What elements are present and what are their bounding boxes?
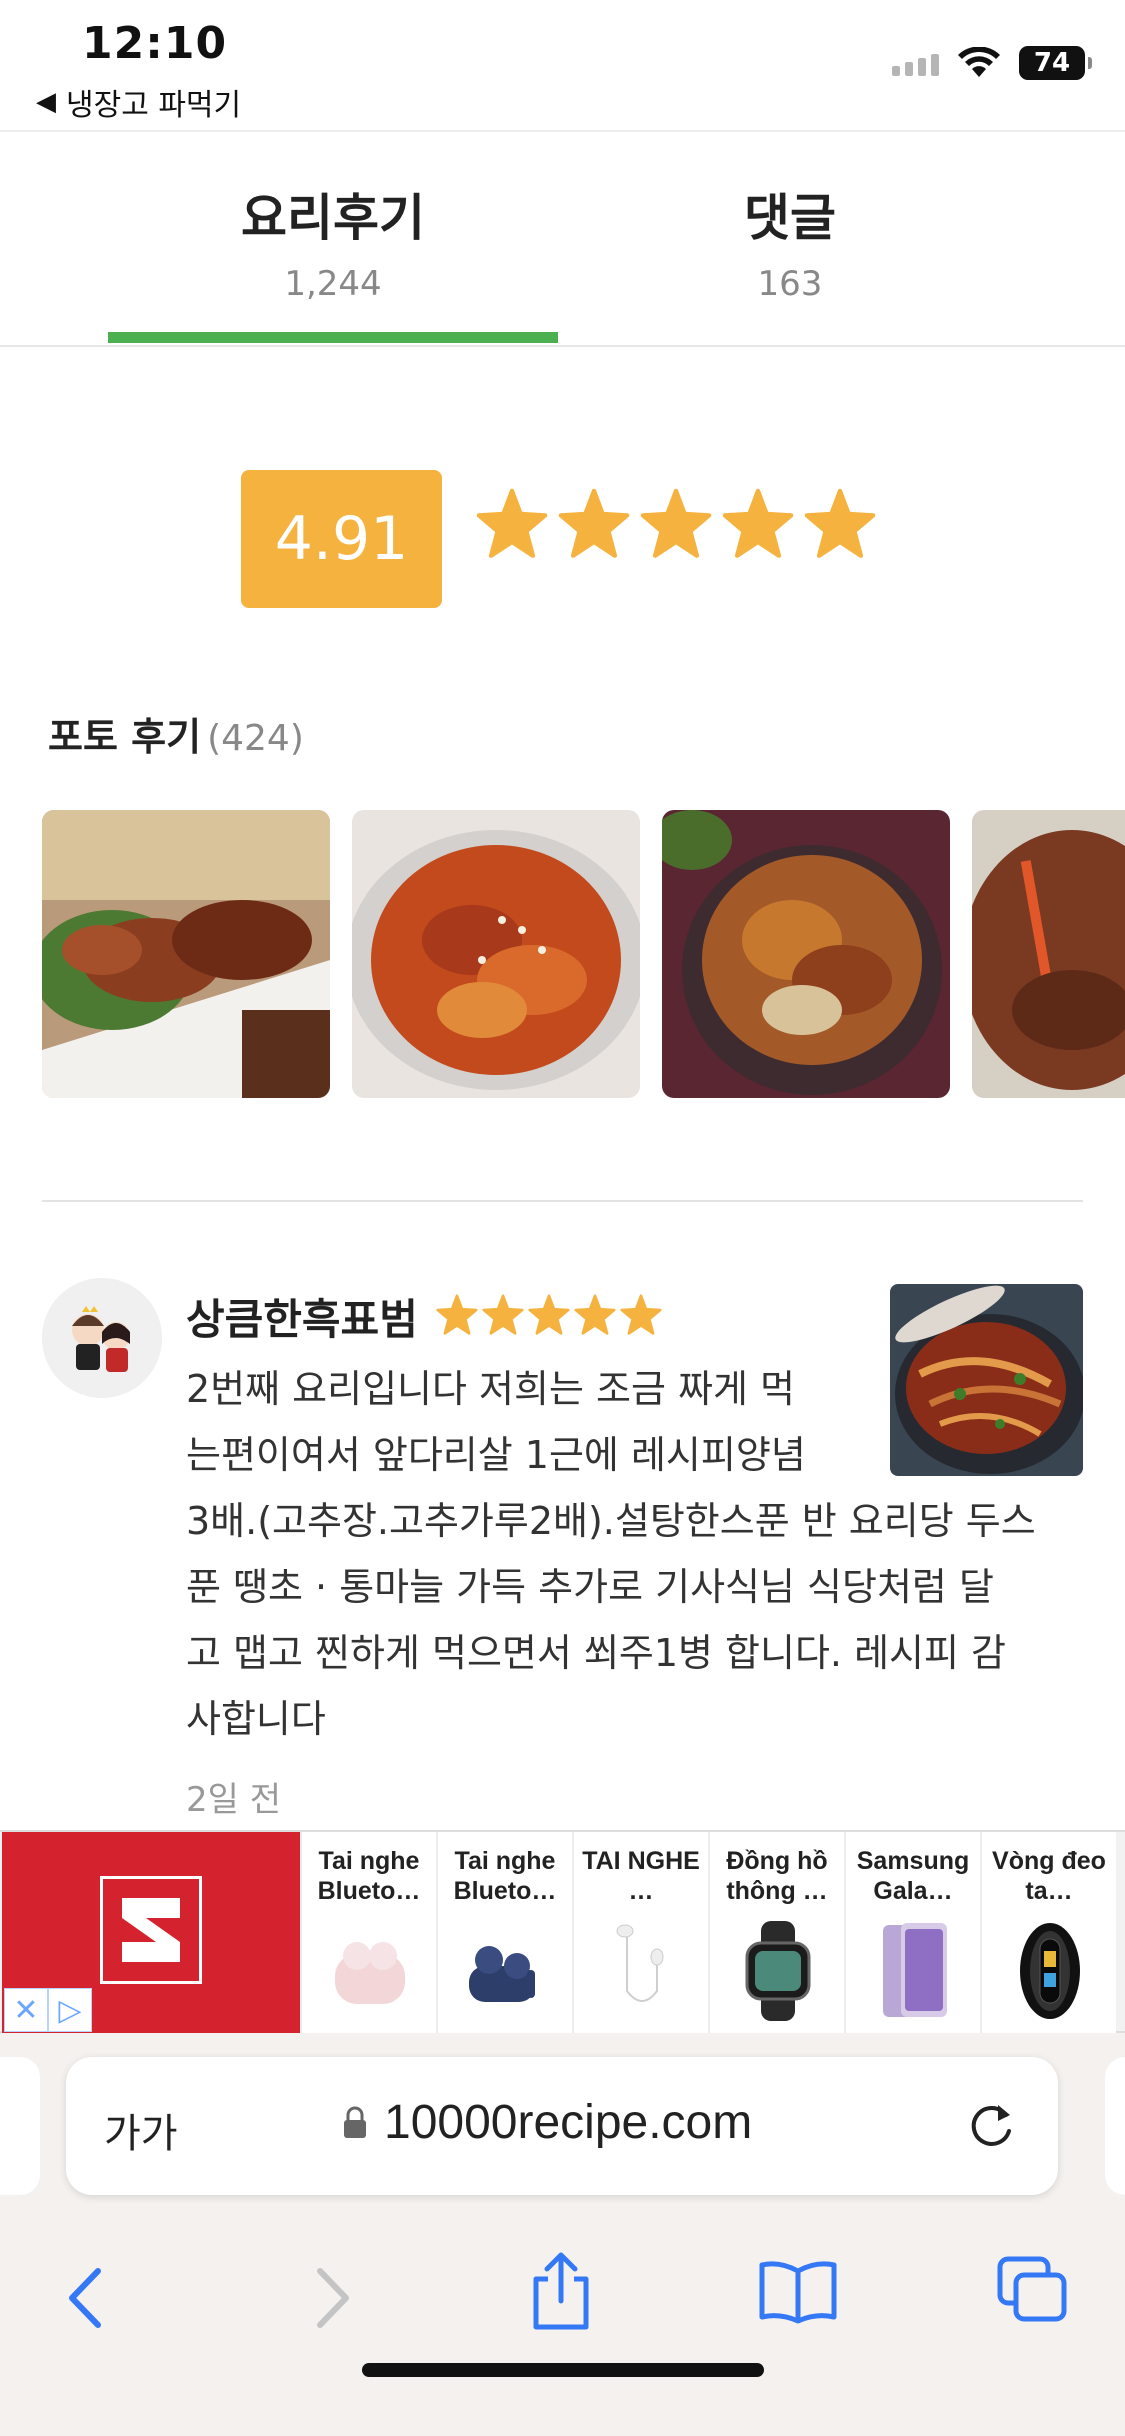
bookmarks-icon[interactable]: [756, 2259, 840, 2329]
url-display[interactable]: 10000recipe.com: [342, 2095, 752, 2150]
star-icon: [528, 1294, 570, 1335]
star-icon: [574, 1294, 616, 1335]
star-icon: [476, 488, 548, 558]
url-text: 10000recipe.com: [384, 2096, 753, 2149]
review-stars: [436, 1294, 662, 1336]
cellular-signal-icon: [892, 50, 939, 76]
status-time: 12:10: [82, 18, 228, 69]
ad-brand-panel[interactable]: ✕ ▷: [2, 1832, 300, 2033]
ad-close-icon[interactable]: ✕: [4, 1988, 48, 2032]
reviewer-avatar[interactable]: [42, 1278, 162, 1398]
photo-review-strip[interactable]: [42, 810, 1125, 1098]
review-text-line: 고 맵고 찐하게 먹으면서 쐬주1병 합니다. 레시피 감: [186, 1631, 1007, 1675]
tabs-overview-icon[interactable]: [996, 2255, 1070, 2329]
ad-product-title: Samsung Gala…: [856, 1847, 970, 1905]
wifi-icon: [958, 47, 1000, 77]
photo-review-thumbnail[interactable]: [662, 810, 950, 1098]
battery-icon: 74: [1019, 46, 1092, 80]
photo-review-thumbnail[interactable]: [42, 810, 330, 1098]
next-tab-peek[interactable]: [1105, 2057, 1125, 2195]
tab-title: 요리후기: [241, 189, 425, 247]
photo-reviews-title: 포토 후기: [48, 715, 202, 759]
review-text-line: 사합니다: [186, 1697, 326, 1741]
review-text-line: 2번째 요리입니다 저희는 조금 짜게 먹: [186, 1367, 795, 1411]
rating-score-badge: 4.91: [241, 470, 442, 608]
ad-product-item[interactable]: Tai nghe Blueto…: [436, 1832, 572, 2033]
fitness-band-icon: [1000, 1918, 1100, 2024]
browser-toolbar: [0, 2233, 1125, 2363]
ad-product-item[interactable]: TAI NGHE …: [572, 1832, 708, 2033]
share-icon[interactable]: [526, 2249, 596, 2337]
text-size-button[interactable]: 가가: [104, 2101, 178, 2159]
ad-product-title: Tai nghe Blueto…: [453, 1847, 557, 1905]
ad-product-item[interactable]: Samsung Gala…: [844, 1832, 980, 2033]
battery-level: 74: [1033, 48, 1071, 78]
star-icon: [640, 488, 712, 558]
ad-product-item[interactable]: Vòng đeo ta…: [980, 1832, 1116, 2033]
status-indicators: 74: [892, 46, 1092, 80]
address-bar[interactable]: 가가 10000recipe.com: [66, 2057, 1058, 2195]
star-icon: [482, 1294, 524, 1335]
star-icon: [620, 1294, 662, 1335]
back-triangle-icon: ◀: [36, 87, 56, 117]
photo-reviews-heading[interactable]: 포토 후기 (424): [48, 706, 304, 761]
ad-products: Tai nghe Blueto… Tai nghe Blueto… TAI NG…: [300, 1832, 1116, 2033]
star-icon: [436, 1294, 478, 1335]
star-icon: [558, 488, 630, 558]
lock-icon: [344, 2106, 366, 2138]
phone-icon: [864, 1918, 964, 2024]
back-icon[interactable]: [62, 2263, 112, 2337]
wired-earphones-icon: [592, 1918, 692, 2024]
photo-review-thumbnail[interactable]: [352, 810, 640, 1098]
rating-stars: [476, 488, 876, 560]
photo-review-thumbnail[interactable]: [972, 810, 1125, 1098]
ad-product-item[interactable]: Tai nghe Blueto…: [300, 1832, 436, 2033]
ad-product-title: Đồng hồ thông …: [726, 1847, 828, 1905]
back-to-app-link[interactable]: ◀ 냉장고 파먹기: [36, 80, 241, 124]
ad-product-title: TAI NGHE …: [582, 1847, 700, 1905]
tab-count: 163: [757, 264, 823, 304]
review-tabs: 요리후기 1,244 댓글 163: [0, 132, 1125, 348]
previous-tab-peek[interactable]: [0, 2057, 40, 2195]
ad-product-item[interactable]: Đồng hồ thông …: [708, 1832, 844, 2033]
star-icon: [804, 488, 876, 558]
shop-logo-icon: [100, 1876, 202, 1984]
ad-choices-icon[interactable]: ▷: [48, 1988, 92, 2032]
ad-controls: ✕ ▷: [4, 1988, 92, 2032]
ad-product-title: Vòng đeo ta…: [992, 1847, 1106, 1905]
ad-product-title: Tai nghe Blueto…: [317, 1847, 421, 1905]
review-text-line: 3배.(고추장.고추가루2배).설탕한스푼 반 요리당 두스: [186, 1499, 1036, 1543]
forward-icon[interactable]: [306, 2263, 356, 2337]
back-app-label: 냉장고 파먹기: [66, 88, 242, 123]
tab-title: 댓글: [744, 189, 836, 247]
review-body: 2번째 요리입니다 저희는 조금 짜게 먹 는편이여서 앞다리살 1근에 레시피…: [186, 1356, 1098, 1752]
status-bar: 12:10 ◀ 냉장고 파먹기 74: [0, 0, 1125, 132]
earbuds-navy-icon: [456, 1918, 556, 2024]
active-tab-indicator: [108, 332, 558, 343]
tab-count: 1,244: [284, 264, 382, 304]
earbuds-pink-icon: [320, 1918, 420, 2024]
ad-banner[interactable]: ✕ ▷ Tai nghe Blueto… Tai nghe Blueto… TA…: [0, 1830, 1125, 2033]
tab-comments[interactable]: 댓글 163: [560, 178, 1020, 304]
review-text-line: 푼 땡초 · 통마늘 가득 추가로 기사식님 식당처럼 달: [186, 1565, 994, 1609]
reviewer-name[interactable]: 상큼한흑표범: [186, 1286, 418, 1347]
review-time: 2일 전: [186, 1780, 281, 1820]
smartwatch-icon: [728, 1918, 828, 2024]
home-indicator: [362, 2363, 764, 2377]
tab-cooking-reviews[interactable]: 요리후기 1,244: [108, 178, 558, 304]
photo-reviews-count: (424): [207, 718, 304, 759]
star-icon: [722, 488, 794, 558]
reload-icon[interactable]: [964, 2099, 1018, 2157]
review-text-line: 는편이여서 앞다리살 1근에 레시피양념: [186, 1433, 806, 1477]
